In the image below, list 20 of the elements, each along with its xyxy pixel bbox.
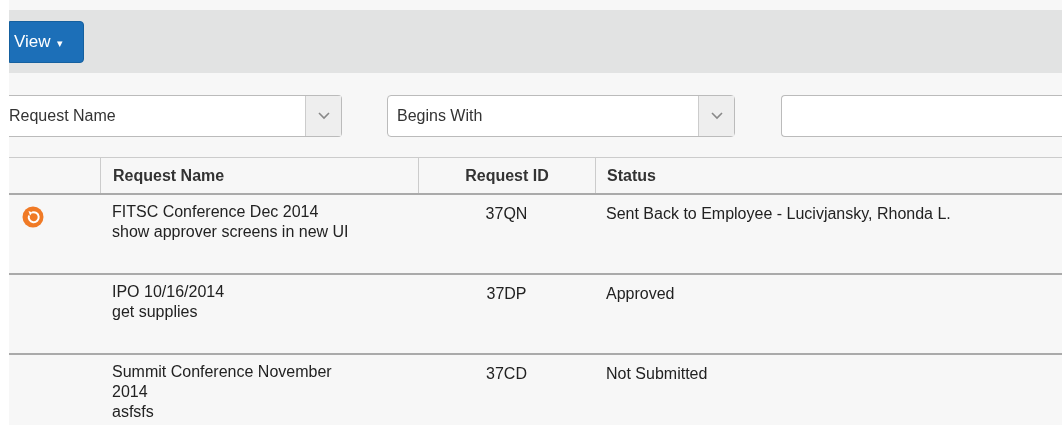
request-description: show approver screens in new UI	[112, 222, 350, 242]
request-description: asfsfs	[112, 402, 155, 422]
field-select[interactable]: Request Name	[9, 95, 342, 137]
request-name[interactable]: IPO 10/16/2014	[112, 282, 362, 302]
column-header[interactable]: Request ID	[465, 163, 549, 188]
chevron-icon	[710, 112, 723, 120]
chevron-icon	[317, 112, 330, 120]
column-header[interactable]: Request Name	[113, 163, 225, 188]
request-status: Approved	[606, 285, 675, 302]
request-id: 37DP	[486, 285, 527, 302]
view-button[interactable]: View ▾	[9, 20, 84, 63]
request-name[interactable]: FITSC Conference Dec 2014	[112, 202, 362, 222]
request-description: get supplies	[112, 302, 199, 322]
column-header[interactable]: Status	[607, 163, 656, 188]
request-id: 37CD	[486, 365, 527, 382]
request-id: 37QN	[485, 205, 528, 222]
search-field[interactable]	[781, 95, 1062, 137]
operator-select[interactable]: Begins With	[387, 95, 735, 137]
request-status: Not Submitted	[606, 365, 708, 382]
request-status: Sent Back to Employee - Lucivjansky, Rhonda L.	[606, 205, 951, 222]
